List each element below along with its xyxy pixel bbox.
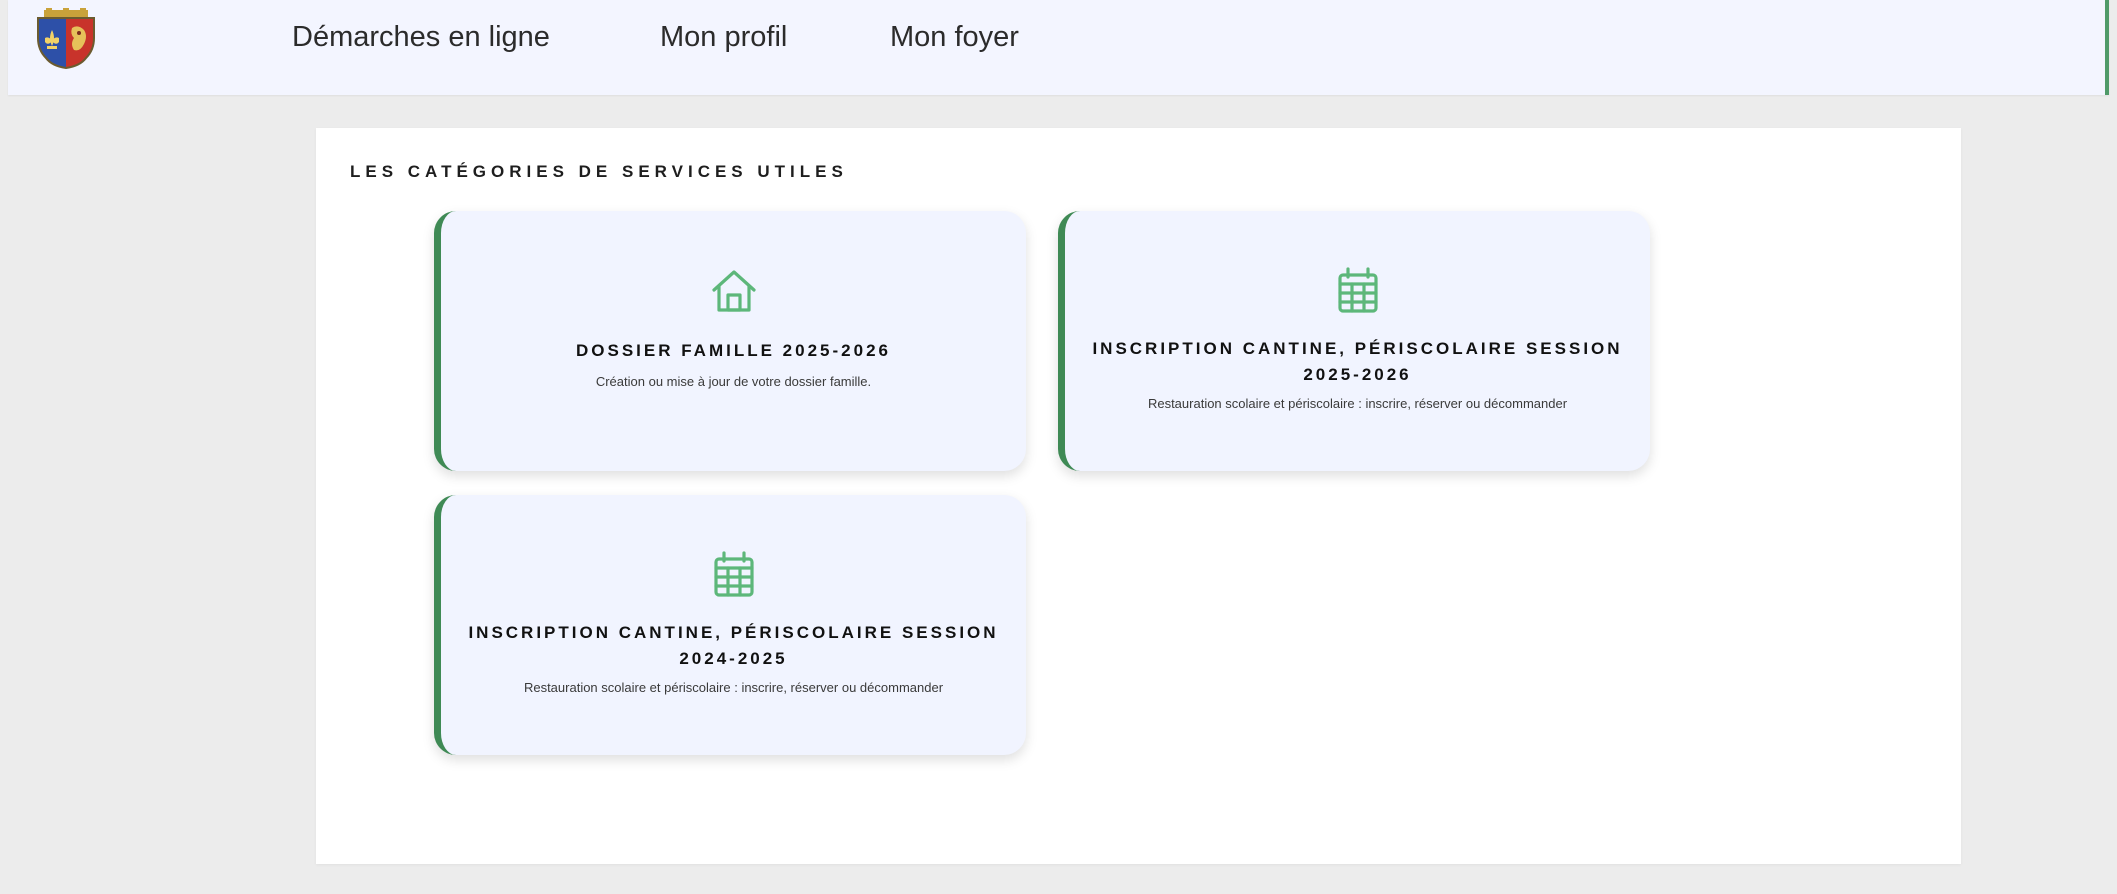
nav-demarches-en-ligne[interactable]: Démarches en ligne bbox=[292, 21, 550, 54]
calendar-icon bbox=[1330, 263, 1386, 319]
card-inscription-2025-2026[interactable]: INSCRIPTION CANTINE, PÉRISCOLAIRE SESSIO… bbox=[1058, 211, 1650, 471]
nav-mon-profil[interactable]: Mon profil bbox=[660, 21, 787, 54]
card-dossier-famille[interactable]: DOSSIER FAMILLE 2025-2026 Création ou mi… bbox=[434, 211, 1026, 471]
card-inscription-2024-2025[interactable]: INSCRIPTION CANTINE, PÉRISCOLAIRE SESSIO… bbox=[434, 495, 1026, 755]
card-title: DOSSIER FAMILLE 2025-2026 bbox=[576, 341, 891, 360]
section-title: LES CATÉGORIES DE SERVICES UTILES bbox=[350, 162, 848, 181]
calendar-icon bbox=[706, 547, 762, 603]
service-categories-panel: LES CATÉGORIES DE SERVICES UTILES DOSSIE… bbox=[316, 128, 1961, 864]
card-description: Restauration scolaire et périscolaire : … bbox=[1147, 396, 1568, 411]
coat-of-arms-icon[interactable] bbox=[24, 8, 108, 78]
header-accent-edge bbox=[2105, 0, 2109, 95]
top-navigation-bar: Démarches en ligne Mon profil Mon foyer bbox=[8, 0, 2109, 95]
card-description: Restauration scolaire et périscolaire : … bbox=[523, 680, 944, 695]
nav-mon-foyer[interactable]: Mon foyer bbox=[890, 21, 1019, 54]
card-description: Création ou mise à jour de votre dossier… bbox=[595, 374, 872, 389]
card-title: INSCRIPTION CANTINE, PÉRISCOLAIRE SESSIO… bbox=[468, 623, 999, 668]
card-title: INSCRIPTION CANTINE, PÉRISCOLAIRE SESSIO… bbox=[1092, 339, 1623, 384]
home-icon bbox=[706, 263, 762, 319]
